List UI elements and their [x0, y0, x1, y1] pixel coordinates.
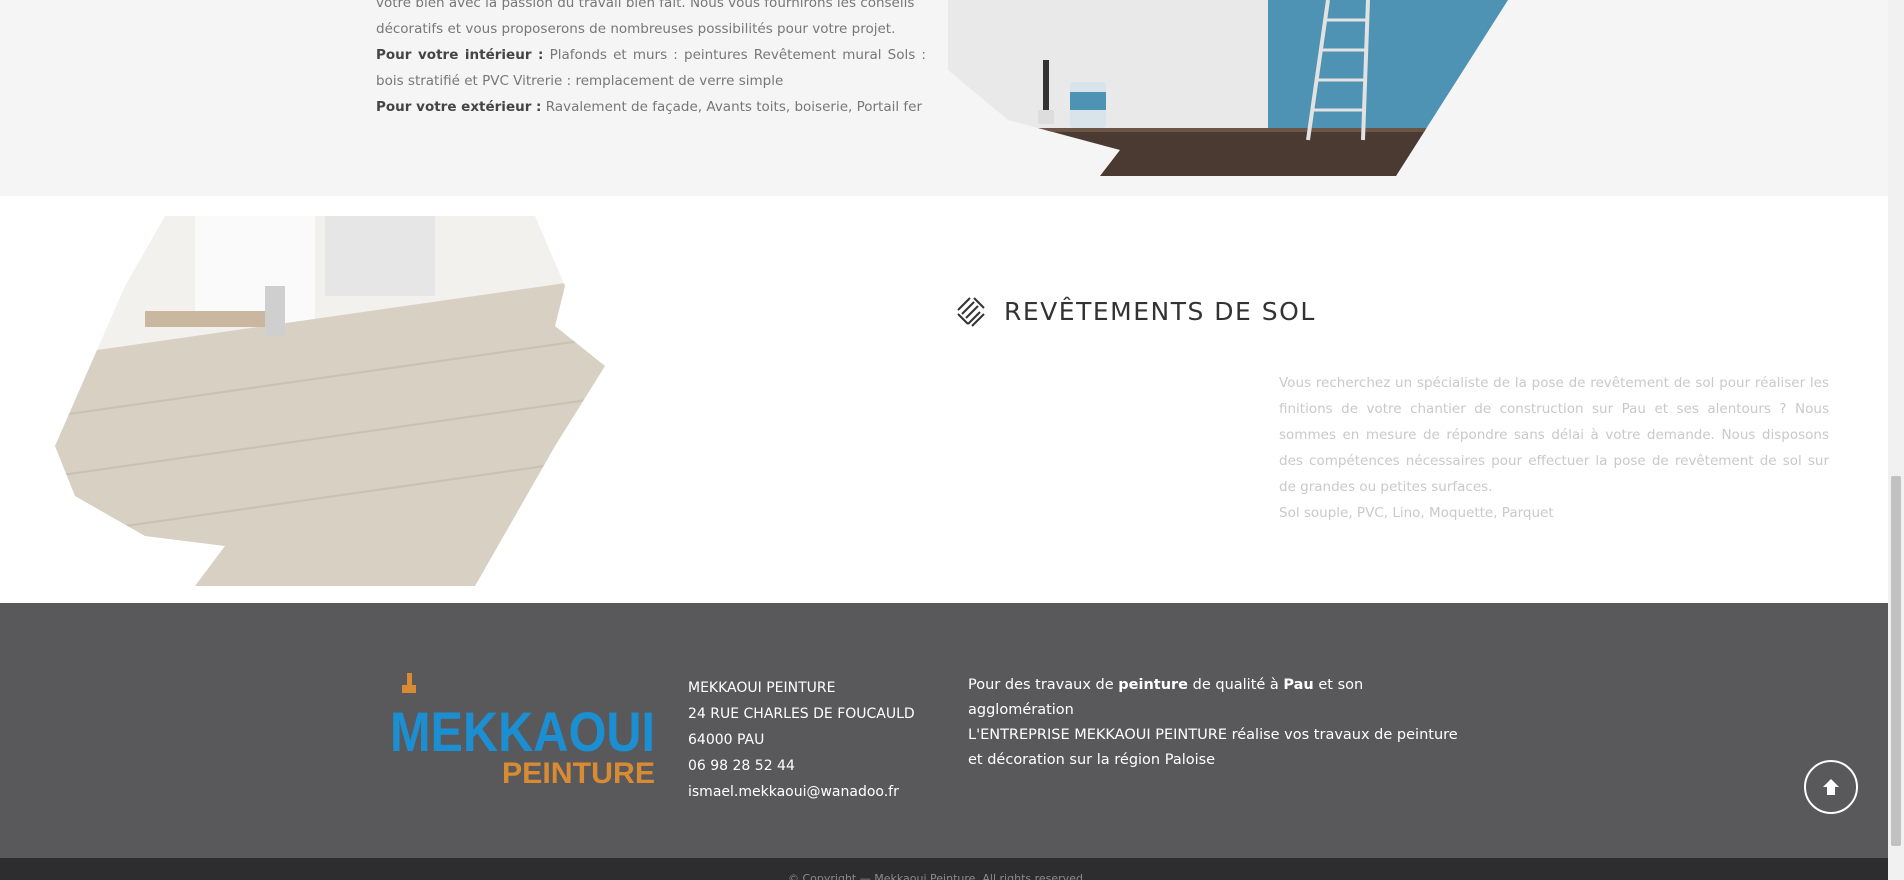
svg-text:MEKKAOUI: MEKKAOUI: [390, 700, 655, 763]
parquet-pattern-icon: [957, 297, 985, 327]
slogan-bold-peinture: peinture: [1118, 677, 1189, 693]
services-section: votre bien avec la passion du travail bi…: [0, 0, 1888, 196]
floor-list: Sol souple, PVC, Lino, Moquette, Parquet: [1279, 505, 1554, 521]
scrollbar-thumb[interactable]: [1891, 476, 1901, 846]
copyright-text: © Copyright — Mekkaoui Peinture. All rig…: [788, 872, 1083, 880]
phone-link[interactable]: 06 98 28 52 44: [688, 753, 915, 779]
exterior-paragraph: Pour votre extérieur : Ravalement de faç…: [376, 94, 926, 120]
floor-description: Vous recherchez un spécialiste de la pos…: [1279, 370, 1829, 526]
slogan-line-1: Pour des travaux de peinture de qualité …: [968, 673, 1458, 723]
city: 64000 PAU: [688, 732, 765, 748]
floor-section: REVÊTEMENTS DE SOL Vous recherchez un sp…: [0, 196, 1888, 603]
floor-title: REVÊTEMENTS DE SOL: [1004, 296, 1316, 326]
site-footer: MEKKAOUI PEINTURE MEKKAOUI PEINTURE 24 R…: [0, 603, 1888, 858]
copyright-bar: © Copyright — Mekkaoui Peinture. All rig…: [0, 858, 1888, 880]
intro-line: votre bien avec la passion du travail bi…: [376, 0, 915, 11]
arrow-up-icon: [1823, 779, 1839, 795]
scroll-top-button[interactable]: [1804, 760, 1858, 814]
floor-paragraph: Vous recherchez un spécialiste de la pos…: [1279, 375, 1829, 495]
contact-address: MEKKAOUI PEINTURE 24 RUE CHARLES DE FOUC…: [688, 675, 915, 805]
street-address: 24 RUE CHARLES DE FOUCAULD: [688, 706, 915, 722]
painting-room-image: [948, 0, 1508, 176]
exterior-text: Ravalement de façade, Avants toits, bois…: [541, 99, 923, 115]
intro-line: décoratifs et vous proposerons de nombre…: [376, 21, 896, 37]
slogan-part: de qualité à: [1188, 677, 1284, 693]
footer-slogan: Pour des travaux de peinture de qualité …: [968, 673, 1458, 773]
floor-heading: REVÊTEMENTS DE SOL: [954, 294, 1316, 328]
mekkaoui-logo[interactable]: MEKKAOUI PEINTURE: [390, 673, 660, 788]
slogan-bold-pau: Pau: [1283, 677, 1314, 693]
slogan-part: Pour des travaux de: [968, 677, 1119, 693]
interior-label: Pour votre intérieur :: [376, 47, 544, 63]
svg-text:PEINTURE: PEINTURE: [502, 757, 655, 788]
company-name: MEKKAOUI PEINTURE: [688, 680, 836, 696]
page-scrollbar[interactable]: [1888, 0, 1904, 880]
services-text: votre bien avec la passion du travail bi…: [376, 0, 926, 120]
exterior-label: Pour votre extérieur :: [376, 99, 542, 115]
page: votre bien avec la passion du travail bi…: [0, 0, 1888, 880]
email-link[interactable]: ismael.mekkaoui@wanadoo.fr: [688, 779, 915, 805]
interior-paragraph: Pour votre intérieur : Plafonds et murs …: [376, 42, 926, 94]
floor-image: [55, 216, 605, 586]
slogan-line-2: L'ENTREPRISE MEKKAOUI PEINTURE réalise v…: [968, 727, 1458, 768]
